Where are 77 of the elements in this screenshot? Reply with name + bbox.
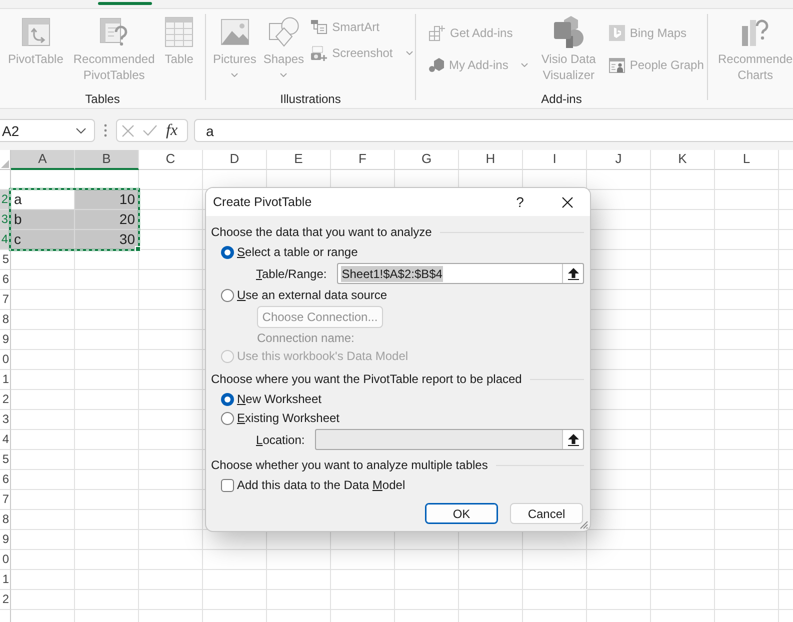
diagram-icon [311,20,328,34]
row-header[interactable]: 1 [0,370,11,390]
column-header[interactable]: B [75,150,139,170]
field-label: Connection name: [257,331,354,345]
radio-button[interactable] [221,288,234,302]
option-label: New Worksheet [237,392,322,406]
logo-tile-icon [608,25,625,41]
help-button[interactable]: ? [500,188,540,216]
group-label: Tables [84,91,121,108]
range-field[interactable]: Sheet1!$A$2:$B$4 [336,263,584,284]
option-label: Existing Worksheet [237,411,340,425]
section-heading: Choose the data that you want to analyze [211,225,432,239]
arrow-up-icon [568,434,578,446]
resize-grip-icon[interactable] [580,521,588,529]
row-header[interactable]: 7 [0,490,11,510]
table-icon [165,17,194,47]
person-chart-icon [608,58,625,72]
shapes-icon [268,17,299,47]
table-question-icon [100,18,128,46]
row-header[interactable]: 6 [0,470,11,490]
field-label: Table/Range: [256,266,327,280]
shapes-logo-icon [554,16,584,48]
name-box[interactable]: A2 [0,119,95,142]
sheet-cell: b [11,210,75,230]
section-heading: Choose where you want the PivotTable report to be placed [211,372,522,386]
grid-plus-icon [429,25,445,41]
sheet-cell: 10 [75,190,139,210]
radio-button[interactable] [221,246,234,258]
sheet-cell: 20 [75,210,139,230]
field-value: Sheet1!$A$2:$B$4 [340,266,444,282]
arrow-up-icon [568,268,578,280]
row-header[interactable]: 0 [0,550,11,570]
check-icon[interactable] [143,125,157,136]
chevron-down-icon [76,128,86,134]
camera-icon [311,46,328,60]
dialog-button[interactable]: OK [425,503,498,524]
row-header[interactable]: 8 [0,310,11,330]
sheet-cell: 30 [75,230,139,250]
close-icon [562,196,572,208]
column-header[interactable]: A [11,150,75,170]
field-label: Location: [256,432,305,446]
collapse-button[interactable] [562,264,583,283]
row-header[interactable]: 1 [0,570,11,590]
sheet-cell: c [11,230,75,250]
picture-icon [220,19,249,45]
group-label: Add-ins [540,91,583,108]
checkbox[interactable] [221,478,234,492]
row-header[interactable]: 3 [0,410,11,430]
section-heading: Choose whether you want to analyze multiple tables [211,458,488,472]
row-header[interactable]: 6 [0,270,11,290]
radio-button[interactable] [221,392,234,406]
row-header[interactable]: 2 [0,590,11,610]
row-header[interactable]: 5 [0,450,11,470]
row-header[interactable]: 9 [0,530,11,550]
dialog-title: Create PivotTable [213,195,312,209]
drag-handle-icon[interactable] [104,124,107,137]
row-header[interactable]: 9 [0,330,11,350]
bar-chart-question-icon [742,18,769,46]
cube-icon [429,58,444,72]
pivot-table-icon [22,18,50,46]
row-header[interactable]: 4 [0,430,11,450]
fill-handle[interactable] [135,246,141,252]
option-label: Add this data to the Data Model [237,478,406,492]
option-label: Select a table or range [237,245,358,259]
radio-button[interactable] [221,412,234,424]
option-label: Use this workbook's Data Model [237,349,408,363]
dialog-button[interactable]: Cancel [510,503,583,524]
option-label: Use an external data source [237,288,388,302]
group-label: Illustrations [279,91,342,108]
formula-field[interactable]: a [194,119,793,142]
row-header[interactable]: 8 [0,510,11,530]
insert-function-button[interactable]: fx [166,122,178,140]
row-header[interactable]: 0 [0,350,11,370]
sheet-cell: a [11,190,75,210]
row-header[interactable]: 5 [0,250,11,270]
row-header[interactable]: 2 [0,390,11,410]
row-header[interactable]: 7 [0,290,11,310]
